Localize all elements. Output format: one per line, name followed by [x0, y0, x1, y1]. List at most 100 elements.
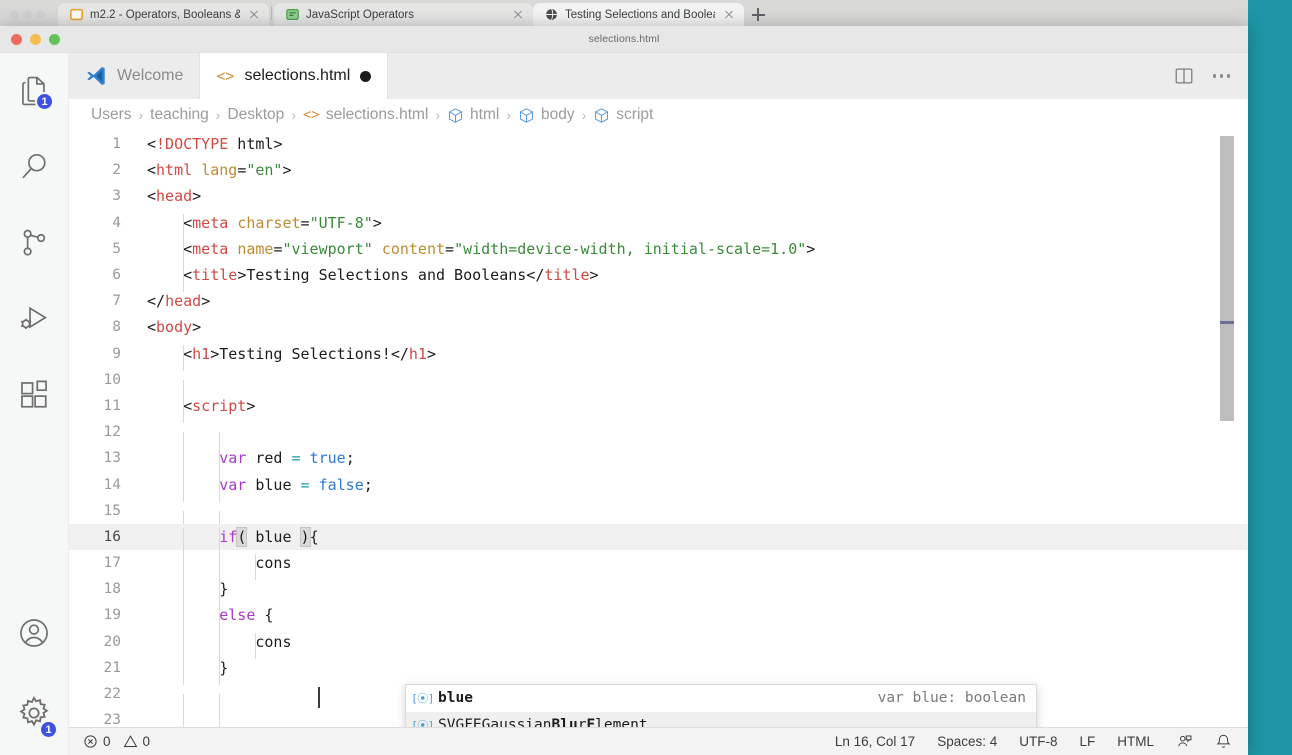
editor-line[interactable]: 7 </head>: [69, 288, 1248, 314]
scrollbar-thumb[interactable]: [1220, 136, 1234, 421]
editor-line[interactable]: 14 var blue = false;: [69, 471, 1248, 502]
editor-line[interactable]: 18 }: [69, 576, 1248, 607]
status-language-mode[interactable]: HTML: [1117, 734, 1154, 749]
autocomplete-item[interactable]: [⦿] blue var blue: boolean: [406, 685, 1036, 712]
ellipsis-icon[interactable]: [1212, 74, 1230, 78]
status-indentation[interactable]: Spaces: 4: [937, 734, 997, 749]
breadcrumb-item-body[interactable]: body: [518, 106, 575, 124]
line-content[interactable]: <head>: [147, 187, 201, 205]
split-editor-icon[interactable]: [1173, 65, 1195, 87]
breadcrumb-item-teaching[interactable]: teaching: [150, 106, 209, 124]
status-end-of-line[interactable]: LF: [1079, 734, 1095, 749]
line-content[interactable]: if( blue ){: [147, 526, 319, 555]
line-number: 9: [112, 345, 121, 362]
sidebar-item-explorer[interactable]: 1: [0, 53, 68, 129]
editor-line[interactable]: 1 <!DOCTYPE html>: [69, 131, 1248, 157]
editor-line[interactable]: 4 <meta charset="UTF-8">: [69, 210, 1248, 240]
line-content[interactable]: <script>: [147, 396, 255, 424]
tabs-empty-space: [388, 53, 1155, 99]
code-token: charset: [237, 213, 301, 232]
code-editor[interactable]: 1 <!DOCTYPE html> 2 <html lang="en"> 3 <head>…: [69, 131, 1248, 727]
editor-line[interactable]: 17 cons: [69, 550, 1248, 581]
breadcrumb-item-users[interactable]: Users: [91, 106, 131, 124]
live-share-icon[interactable]: [1176, 733, 1193, 750]
code-token: h1: [192, 344, 211, 363]
line-content[interactable]: }: [147, 580, 228, 607]
code-token: blue: [246, 527, 301, 546]
line-content[interactable]: <meta name="viewport" content="width=dev…: [147, 239, 815, 267]
breadcrumb-separator: ›: [506, 107, 511, 123]
line-content[interactable]: </head>: [147, 292, 210, 310]
browser-tab-strip: m2.2 - Operators, Booleans & JavaScript …: [0, 0, 1248, 26]
editor-line[interactable]: 13 var red = true;: [69, 445, 1248, 476]
status-encoding[interactable]: UTF-8: [1019, 734, 1057, 749]
status-bar-right: Ln 16, Col 17 Spaces: 4 UTF-8 LF HTML: [835, 733, 1248, 750]
line-content[interactable]: cons: [147, 632, 292, 659]
autocomplete-popup[interactable]: [⦿] blue var blue: boolean [⦿] SVGFEGaussian…: [405, 684, 1037, 727]
browser-tab-1[interactable]: JavaScript Operators: [274, 3, 534, 26]
line-content[interactable]: <h1>Testing Selections!</h1>: [147, 344, 436, 371]
breadcrumb-item-desktop[interactable]: Desktop: [227, 106, 284, 124]
variable-symbol-icon: [⦿]: [411, 692, 434, 706]
sidebar-item-search[interactable]: [0, 129, 68, 205]
tab-welcome[interactable]: Welcome: [69, 53, 201, 99]
code-token: </: [526, 266, 545, 285]
breadcrumb-item-script[interactable]: script: [593, 106, 653, 124]
new-tab-button[interactable]: [744, 3, 772, 26]
line-content[interactable]: cons: [147, 554, 292, 581]
editor-line[interactable]: 8 <body>: [69, 314, 1248, 340]
status-cursor-position[interactable]: Ln 16, Col 17: [835, 734, 915, 749]
editor-line[interactable]: 5 <meta name="viewport" content="width=d…: [69, 236, 1248, 267]
line-number: 2: [112, 162, 121, 179]
bell-icon[interactable]: [1215, 733, 1232, 750]
line-content[interactable]: else {: [147, 606, 274, 633]
browser-tab-label: Testing Selections and Boolea: [565, 8, 716, 21]
close-icon[interactable]: [511, 8, 525, 22]
editor-line[interactable]: 16 if( blue ){: [69, 523, 1248, 555]
sidebar-item-source-control[interactable]: [0, 205, 68, 281]
line-content[interactable]: <html lang="en">: [147, 161, 292, 179]
editor-lines[interactable]: 1 <!DOCTYPE html> 2 <html lang="en"> 3 <head>…: [69, 131, 1248, 727]
unsaved-indicator[interactable]: [360, 70, 372, 82]
breadcrumb-item-selections-html[interactable]: <> selections.html: [303, 106, 428, 124]
code-token: >: [273, 135, 283, 154]
sidebar-item-manage-settings[interactable]: 1: [0, 671, 68, 755]
sidebar-item-extensions[interactable]: [0, 357, 68, 433]
code-token: {: [264, 606, 274, 625]
line-content[interactable]: <body>: [147, 318, 201, 336]
browser-tab-0[interactable]: m2.2 - Operators, Booleans &: [58, 3, 269, 26]
editor-line[interactable]: 12: [69, 419, 1248, 459]
autocomplete-item[interactable]: [⦿] SVGFEGaussianBlurElement: [406, 712, 1036, 727]
editor-line[interactable]: 2 <html lang="en">: [69, 157, 1248, 183]
sidebar-item-run-and-debug[interactable]: [0, 281, 68, 357]
editor-line[interactable]: 20 cons: [69, 629, 1248, 659]
line-content[interactable]: <title>Testing Selections and Booleans</…: [147, 266, 599, 293]
editor-line[interactable]: 9 <h1>Testing Selections!</h1>: [69, 341, 1248, 371]
status-problems[interactable]: 0 0: [83, 734, 150, 749]
breadcrumb-item-html[interactable]: html: [447, 106, 499, 124]
editor-line[interactable]: 19 else {: [69, 602, 1248, 633]
close-icon[interactable]: [247, 8, 261, 22]
line-content[interactable]: var red = true;: [147, 449, 355, 476]
editor-line[interactable]: 15: [69, 498, 1248, 537]
tab-selections-html[interactable]: <> selections.html: [200, 53, 389, 99]
line-content[interactable]: var blue = false;: [147, 475, 373, 502]
close-icon[interactable]: [722, 8, 736, 22]
line-content[interactable]: <meta charset="UTF-8">: [147, 213, 382, 240]
line-number: 16: [103, 528, 121, 545]
editor-line[interactable]: 10: [69, 367, 1248, 406]
editor-line[interactable]: 3 <head>: [69, 183, 1248, 209]
editor-line[interactable]: 6 <title>Testing Selections and Booleans…: [69, 262, 1248, 293]
editor-scrollbar[interactable]: [1220, 131, 1234, 727]
editor-line[interactable]: 21 }: [69, 655, 1248, 686]
account-icon: [20, 619, 48, 647]
line-number: 4: [112, 214, 121, 231]
line-content[interactable]: <!DOCTYPE html>: [147, 135, 282, 153]
browser-tab-2[interactable]: Testing Selections and Boolea: [533, 3, 745, 26]
editor-line[interactable]: 11 <script>: [69, 393, 1248, 424]
sidebar-item-accounts[interactable]: [0, 595, 68, 671]
line-content[interactable]: }: [147, 658, 228, 686]
